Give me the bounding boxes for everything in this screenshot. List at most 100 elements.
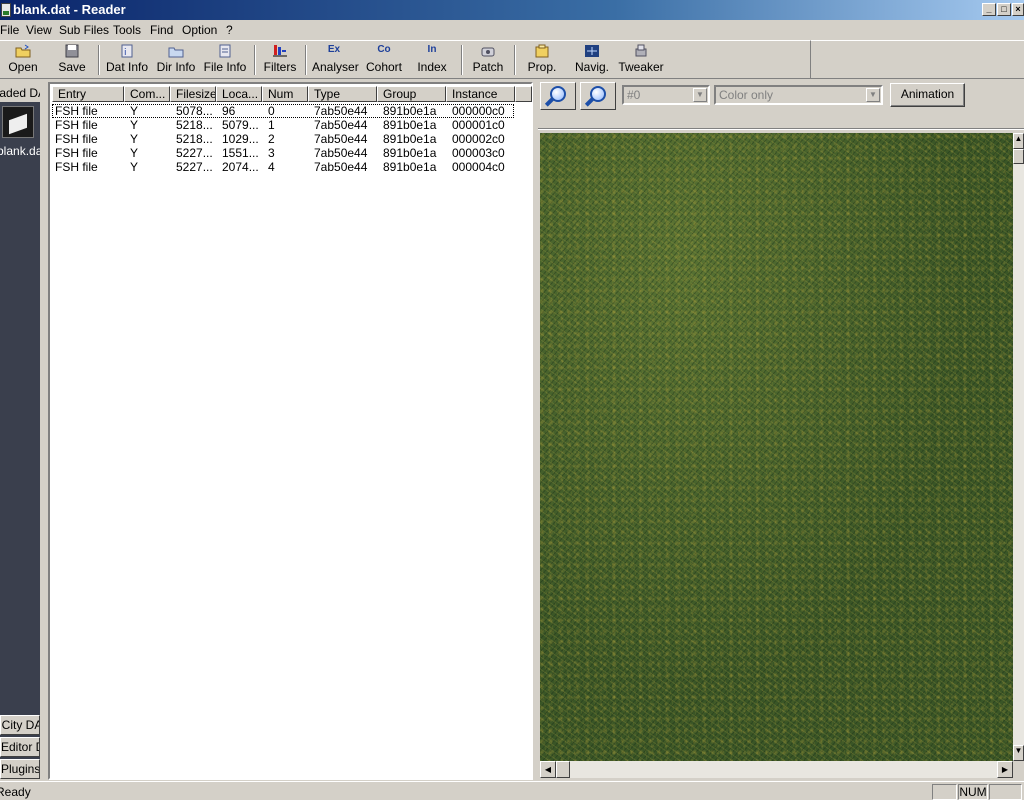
scroll-up-button[interactable]: ▲ (1013, 133, 1024, 149)
menu-file[interactable]: File (0, 23, 19, 37)
animation-button[interactable]: Animation (890, 83, 965, 107)
index-button[interactable]: In Index (414, 43, 450, 77)
cell-group: 891b0e1a (383, 160, 437, 174)
dir-info-icon (168, 44, 184, 58)
maximize-button[interactable]: □ (997, 3, 1011, 16)
cell-entry: FSH file (55, 104, 98, 118)
cell-instance: 000001c0 (452, 118, 505, 132)
open-folder-icon (15, 44, 31, 58)
preview-divider (538, 128, 1024, 130)
close-button[interactable]: × (1012, 3, 1024, 16)
cell-location: 1551... (222, 146, 259, 160)
column-num[interactable]: Num (262, 86, 308, 102)
app-icon[interactable] (1, 3, 11, 17)
tweaker-icon (633, 44, 649, 58)
column-group[interactable]: Group (377, 86, 446, 102)
title-bar: blank.dat - Reader _ □ × (0, 0, 1024, 20)
properties-icon (534, 44, 550, 58)
toolbar-separator (98, 45, 100, 75)
cell-entry: FSH file (55, 118, 98, 132)
column-location[interactable]: Loca... (216, 86, 262, 102)
cell-entry: FSH file (55, 160, 98, 174)
cell-type: 7ab50e44 (314, 104, 368, 118)
entry-list[interactable]: Entry Com... Filesize Loca... Num Type G… (48, 82, 533, 780)
table-row[interactable]: FSH file Y 5227... 2074... 4 7ab50e44 891b0e1a… (52, 160, 514, 174)
cell-filesize: 5078... (176, 104, 213, 118)
tab-simcity-dats[interactable]: SimCity DATs (0, 715, 40, 735)
patch-button[interactable]: Patch (470, 43, 506, 77)
column-filler (515, 86, 532, 102)
analyser-icon: Ex (327, 44, 341, 55)
table-row[interactable]: FSH file Y 5078... 96 0 7ab50e44 891b0e1a 00000… (52, 104, 514, 118)
table-row[interactable]: FSH file Y 5227... 1551... 3 7ab50e44 891b0e1a… (52, 146, 514, 160)
left-splitter[interactable] (40, 84, 46, 779)
image-index-select[interactable]: #0 ▼ (622, 85, 710, 105)
column-filesize[interactable]: Filesize (170, 86, 216, 102)
vertical-scrollbar[interactable]: ▲ ▼ (1013, 133, 1024, 761)
cell-filesize: 5227... (176, 146, 213, 160)
menu-find[interactable]: Find (150, 23, 173, 37)
table-row[interactable]: FSH file Y 5218... 5079... 1 7ab50e44 891b0e1a… (52, 118, 514, 132)
middle-splitter[interactable] (533, 82, 538, 780)
horizontal-scroll-thumb[interactable] (556, 761, 570, 778)
preview-toolbar: #0 ▼ Color only ▼ Animation (538, 80, 1024, 110)
cell-instance: 000002c0 (452, 132, 505, 146)
cell-num: 4 (268, 160, 275, 174)
texture-preview[interactable] (540, 133, 1013, 761)
column-entry[interactable]: Entry (52, 86, 124, 102)
menu-sub-files[interactable]: Sub Files (59, 23, 109, 37)
cohort-icon: Co (377, 44, 391, 55)
properties-button[interactable]: Prop. (524, 43, 560, 77)
tab-editor-dats[interactable]: Editor DATs (0, 737, 40, 757)
filters-button[interactable]: Filters (262, 43, 298, 77)
scroll-right-button[interactable]: ▶ (997, 761, 1013, 778)
navigator-button[interactable]: Navig. (574, 43, 610, 77)
toolbar-separator (514, 45, 516, 75)
cohort-button[interactable]: Co Cohort (364, 43, 404, 77)
color-mode-select[interactable]: Color only ▼ (714, 85, 883, 105)
cell-entry: FSH file (55, 146, 98, 160)
cell-instance: 000003c0 (452, 146, 505, 160)
cell-compressed: Y (130, 104, 139, 118)
scroll-down-button[interactable]: ▼ (1013, 745, 1024, 761)
column-instance[interactable]: Instance (446, 86, 515, 102)
zoom-out-button[interactable] (580, 82, 616, 110)
cell-type: 7ab50e44 (314, 146, 368, 160)
toolbar-separator (461, 45, 463, 75)
index-icon: In (427, 44, 437, 55)
tweaker-button[interactable]: Tweaker (618, 43, 664, 77)
cell-compressed: Y (130, 160, 139, 174)
menu-view[interactable]: View (26, 23, 52, 37)
open-button[interactable]: Open (4, 43, 42, 77)
main-toolbar: Open Save i Dat Info Dir Info File Info … (0, 40, 810, 79)
cell-num: 0 (268, 104, 275, 118)
dat-file-icon[interactable] (2, 106, 34, 138)
cell-compressed: Y (130, 118, 139, 132)
table-row[interactable]: FSH file Y 5218... 1029... 2 7ab50e44 891b0e1a… (52, 132, 514, 146)
column-type[interactable]: Type (308, 86, 377, 102)
save-disk-icon (64, 44, 80, 58)
horizontal-scrollbar[interactable]: ◀ ▶ (540, 761, 1013, 778)
loaded-dat-label[interactable]: blank.dat (0, 144, 40, 158)
analyser-button[interactable]: Ex Analyser (312, 43, 359, 77)
menu-tools[interactable]: Tools (113, 23, 141, 37)
menu-help[interactable]: ? (226, 23, 233, 37)
cell-type: 7ab50e44 (314, 132, 368, 146)
toolbar-separator (254, 45, 256, 75)
filters-icon (272, 44, 288, 58)
cell-location: 2074... (222, 160, 259, 174)
column-compressed[interactable]: Com... (124, 86, 170, 102)
vertical-scroll-thumb[interactable] (1013, 149, 1024, 164)
zoom-in-button[interactable] (540, 82, 576, 110)
save-button[interactable]: Save (54, 43, 90, 77)
dir-info-button[interactable]: Dir Info (155, 43, 197, 77)
cell-filesize: 5227... (176, 160, 213, 174)
minimize-button[interactable]: _ (982, 3, 996, 16)
svg-text:i: i (124, 48, 127, 58)
tab-plugins[interactable]: Plugins (0, 759, 40, 779)
scroll-corner (1013, 761, 1024, 778)
scroll-left-button[interactable]: ◀ (540, 761, 556, 778)
dat-info-button[interactable]: i Dat Info (104, 43, 150, 77)
menu-option[interactable]: Option (182, 23, 217, 37)
file-info-button[interactable]: File Info (203, 43, 247, 77)
